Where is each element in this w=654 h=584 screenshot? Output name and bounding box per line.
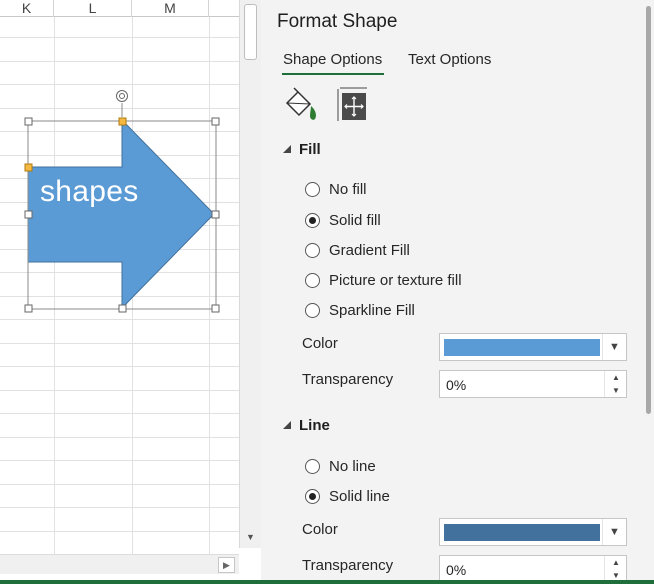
pane-scroll-thumb[interactable]	[646, 6, 651, 414]
line-color-picker[interactable]: ▼	[439, 518, 627, 546]
spin-buttons: ▲ ▼	[604, 556, 626, 582]
fill-line-icon[interactable]	[283, 86, 321, 122]
resize-handle-bottom-middle	[118, 304, 127, 313]
resize-handle-top-left	[24, 117, 33, 126]
resize-handle-bottom-right	[211, 304, 220, 313]
radio-button[interactable]	[305, 272, 320, 288]
radio-label: Solid line	[329, 487, 390, 505]
fill-section-label: Fill	[299, 141, 321, 158]
spin-down-icon[interactable]: ▼	[605, 384, 627, 397]
radio-label: No fill	[329, 180, 367, 198]
status-accent-bar	[0, 580, 654, 584]
resize-handle-middle-right	[211, 210, 220, 219]
size-properties-icon[interactable]	[331, 86, 369, 122]
radio-gradient-fill[interactable]: Gradient Fill	[305, 240, 410, 260]
line-section-label: Line	[299, 417, 330, 434]
collapse-triangle-icon	[283, 421, 291, 429]
line-transparency-value[interactable]: 0%	[446, 562, 466, 578]
radio-no-line[interactable]: No line	[305, 456, 376, 476]
spin-up-icon[interactable]: ▲	[605, 556, 627, 569]
line-color-swatch	[444, 524, 600, 541]
shape-text[interactable]: shapes	[40, 175, 139, 209]
scroll-right-icon[interactable]: ▶	[218, 557, 235, 573]
grid-row-line	[0, 531, 239, 532]
radio-button-checked[interactable]	[305, 488, 320, 504]
line-color-label: Color	[302, 521, 338, 538]
fill-transparency-value[interactable]: 0%	[446, 377, 466, 393]
radio-button[interactable]	[305, 302, 320, 318]
adjust-handle-shaft	[24, 163, 33, 172]
radio-sparkline-fill[interactable]: Sparkline Fill	[305, 300, 415, 320]
fill-transparency-label: Transparency	[302, 371, 394, 388]
radio-picture-fill[interactable]: Picture or texture fill	[305, 270, 462, 290]
radio-label: No line	[329, 457, 376, 475]
fill-color-label: Color	[302, 335, 338, 352]
arrow-shape-body	[27, 118, 215, 310]
adjust-handle-head	[118, 117, 127, 126]
grid-row-line	[0, 343, 239, 344]
fill-color-swatch	[444, 339, 600, 356]
grid-row-line	[0, 437, 239, 438]
resize-handle-middle-left	[24, 210, 33, 219]
grid-row-line	[0, 366, 239, 367]
line-transparency-input[interactable]: 0% ▲ ▼	[439, 555, 627, 583]
resize-handle-top-right	[211, 117, 220, 126]
radio-button[interactable]	[305, 458, 320, 474]
arrow-shape[interactable]	[0, 0, 239, 340]
radio-label: Picture or texture fill	[329, 271, 462, 289]
chevron-down-icon[interactable]: ▼	[602, 334, 626, 360]
horizontal-scrollbar[interactable]: ▶	[0, 554, 239, 574]
radio-button[interactable]	[305, 181, 320, 197]
fill-transparency-input[interactable]: 0% ▲ ▼	[439, 370, 627, 398]
spin-buttons: ▲ ▼	[604, 371, 626, 397]
line-transparency-label: Transparency	[302, 557, 394, 574]
radio-solid-line[interactable]: Solid line	[305, 486, 390, 506]
grid-row-line	[0, 507, 239, 508]
spin-up-icon[interactable]: ▲	[605, 371, 627, 384]
grid-row-line	[0, 460, 239, 461]
scroll-down-icon[interactable]: ▼	[242, 530, 259, 545]
tab-text-options[interactable]: Text Options	[408, 51, 491, 68]
radio-solid-fill[interactable]: Solid fill	[305, 210, 381, 230]
vertical-scrollbar[interactable]: ▼	[239, 0, 261, 548]
fill-section-header[interactable]: Fill	[283, 141, 321, 158]
radio-label: Gradient Fill	[329, 241, 410, 259]
active-tab-indicator	[282, 73, 384, 75]
format-shape-pane: Format Shape Shape Options Text Options …	[261, 0, 654, 584]
vertical-scroll-thumb[interactable]	[244, 4, 257, 60]
line-section-header[interactable]: Line	[283, 417, 330, 434]
grid-row-line	[0, 413, 239, 414]
collapse-triangle-icon	[283, 145, 291, 153]
radio-no-fill[interactable]: No fill	[305, 179, 367, 199]
radio-label: Solid fill	[329, 211, 381, 229]
worksheet[interactable]: K L M shapes ▶	[0, 0, 239, 584]
rotate-handle	[116, 90, 128, 102]
grid-row-line	[0, 484, 239, 485]
grid-row-line	[0, 390, 239, 391]
radio-button-checked[interactable]	[305, 212, 320, 228]
pane-title: Format Shape	[277, 11, 398, 32]
resize-handle-bottom-left	[24, 304, 33, 313]
radio-button[interactable]	[305, 242, 320, 258]
tab-shape-options[interactable]: Shape Options	[283, 51, 382, 68]
pane-scrollbar[interactable]	[642, 0, 654, 584]
chevron-down-icon[interactable]: ▼	[602, 519, 626, 545]
radio-label: Sparkline Fill	[329, 301, 415, 319]
fill-color-picker[interactable]: ▼	[439, 333, 627, 361]
